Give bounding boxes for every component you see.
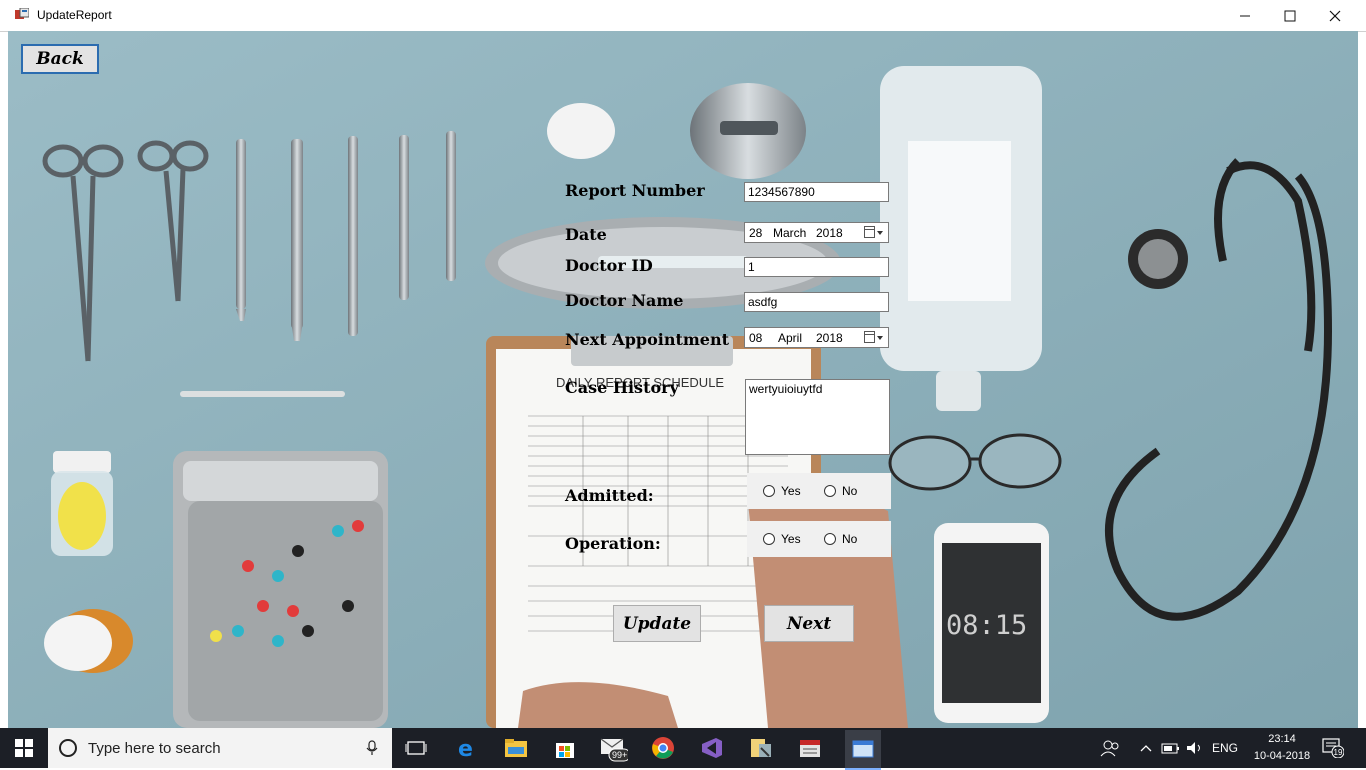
database-app-icon[interactable]: [796, 734, 824, 762]
active-form-window-icon[interactable]: [845, 730, 881, 770]
doctor-id-label: Doctor ID: [565, 256, 653, 275]
clock-date: 10-04-2018: [1253, 750, 1311, 762]
notification-count: 19: [1334, 748, 1343, 757]
mail-icon[interactable]: 99+: [600, 734, 628, 762]
notification-center-icon[interactable]: 19: [1322, 738, 1344, 758]
thermometer-icon: [180, 391, 345, 397]
battery-icon[interactable]: [1161, 728, 1181, 768]
app-icon: [15, 8, 29, 19]
people-icon[interactable]: [1100, 728, 1120, 768]
date-picker[interactable]: 28 March 2018: [744, 222, 889, 243]
taskbar-clock[interactable]: 23:14 10-04-2018: [1247, 731, 1317, 765]
jar-lid-icon: [547, 103, 615, 159]
operation-yes-radio[interactable]: Yes: [763, 532, 801, 546]
search-placeholder: Type here to search: [88, 740, 221, 757]
svg-text:e: e: [458, 737, 473, 760]
edge-browser-icon[interactable]: e: [453, 734, 481, 762]
admitted-no-radio[interactable]: No: [824, 484, 857, 498]
admitted-radio-group: Yes No: [747, 473, 891, 509]
visual-studio-icon[interactable]: [698, 734, 726, 762]
case-history-label: Case History: [565, 378, 679, 397]
pill-bottle-icon: [51, 451, 113, 556]
sql-tool-icon[interactable]: [747, 734, 775, 762]
doctor-id-input[interactable]: 1: [744, 257, 889, 277]
file-explorer-icon[interactable]: [502, 734, 530, 762]
iv-bag-icon: [880, 66, 1042, 411]
chrome-icon[interactable]: [649, 734, 677, 762]
case-history-textarea[interactable]: wertyuioiuytfd: [745, 379, 890, 455]
admitted-label: Admitted:: [565, 486, 654, 505]
volume-icon[interactable]: [1186, 728, 1204, 768]
date-day: 28: [749, 226, 763, 240]
task-view-icon[interactable]: [402, 734, 430, 762]
report-number-input[interactable]: 1234567890: [744, 182, 889, 202]
next-day: 08: [749, 331, 763, 345]
minimize-button[interactable]: [1222, 0, 1268, 31]
window-title: UpdateReport: [37, 8, 112, 22]
radio-circle-icon: [763, 485, 775, 497]
admitted-yes-radio[interactable]: Yes: [763, 484, 801, 498]
minimize-icon: [1240, 15, 1250, 16]
admitted-yes-label: Yes: [781, 484, 801, 498]
chevron-up-icon[interactable]: [1140, 728, 1152, 768]
language-indicator[interactable]: ENG: [1212, 728, 1238, 768]
radio-circle-icon: [763, 533, 775, 545]
radio-circle-icon: [824, 485, 836, 497]
close-button[interactable]: [1312, 0, 1358, 31]
date-year: 2018: [816, 226, 843, 240]
operation-yes-label: Yes: [781, 532, 801, 546]
mail-badge: 99+: [612, 750, 627, 760]
back-button[interactable]: Back: [21, 44, 99, 74]
taskbar: Type here to search e 99+ ENG 23:14 10-0…: [0, 728, 1366, 770]
microphone-icon[interactable]: [364, 740, 380, 756]
admitted-no-label: No: [842, 484, 858, 498]
close-icon: [1329, 10, 1341, 21]
windows-logo-icon: [15, 739, 33, 757]
calendar-dropdown-icon[interactable]: [864, 331, 884, 344]
date-label: Date: [565, 225, 607, 244]
next-appointment-label: Next Appointment: [565, 330, 729, 349]
phone-icon: 08:15: [934, 523, 1049, 723]
next-year: 2018: [816, 331, 843, 345]
cortana-icon: [59, 739, 77, 757]
operation-label: Operation:: [565, 534, 661, 553]
form-client-area: DAILY REPORT SCHEDULE 08:15 Back Report …: [8, 31, 1358, 728]
clock-time: 23:14: [1268, 733, 1296, 745]
doctor-name-input[interactable]: asdfg: [744, 292, 889, 312]
taskbar-search-box[interactable]: Type here to search: [48, 728, 392, 768]
radio-circle-icon: [824, 533, 836, 545]
start-button[interactable]: [0, 728, 48, 768]
date-month: March: [773, 226, 807, 240]
operation-no-label: No: [842, 532, 858, 546]
phone-clock: 08:15: [946, 610, 1027, 641]
next-appointment-picker[interactable]: 08 April 2018: [744, 327, 889, 348]
operation-radio-group: Yes No: [747, 521, 891, 557]
maximize-button[interactable]: [1267, 0, 1313, 31]
window-titlebar: UpdateReport: [0, 0, 1366, 32]
report-number-label: Report Number: [565, 181, 705, 200]
pill-tray-icon: [173, 451, 388, 728]
operation-no-radio[interactable]: No: [824, 532, 857, 546]
update-button[interactable]: Update: [613, 605, 701, 642]
maximize-icon: [1284, 10, 1296, 21]
doctor-name-label: Doctor Name: [565, 291, 684, 310]
next-button[interactable]: Next: [764, 605, 854, 642]
next-month: April: [778, 331, 803, 345]
calendar-dropdown-icon[interactable]: [864, 226, 884, 239]
store-icon[interactable]: [551, 734, 579, 762]
